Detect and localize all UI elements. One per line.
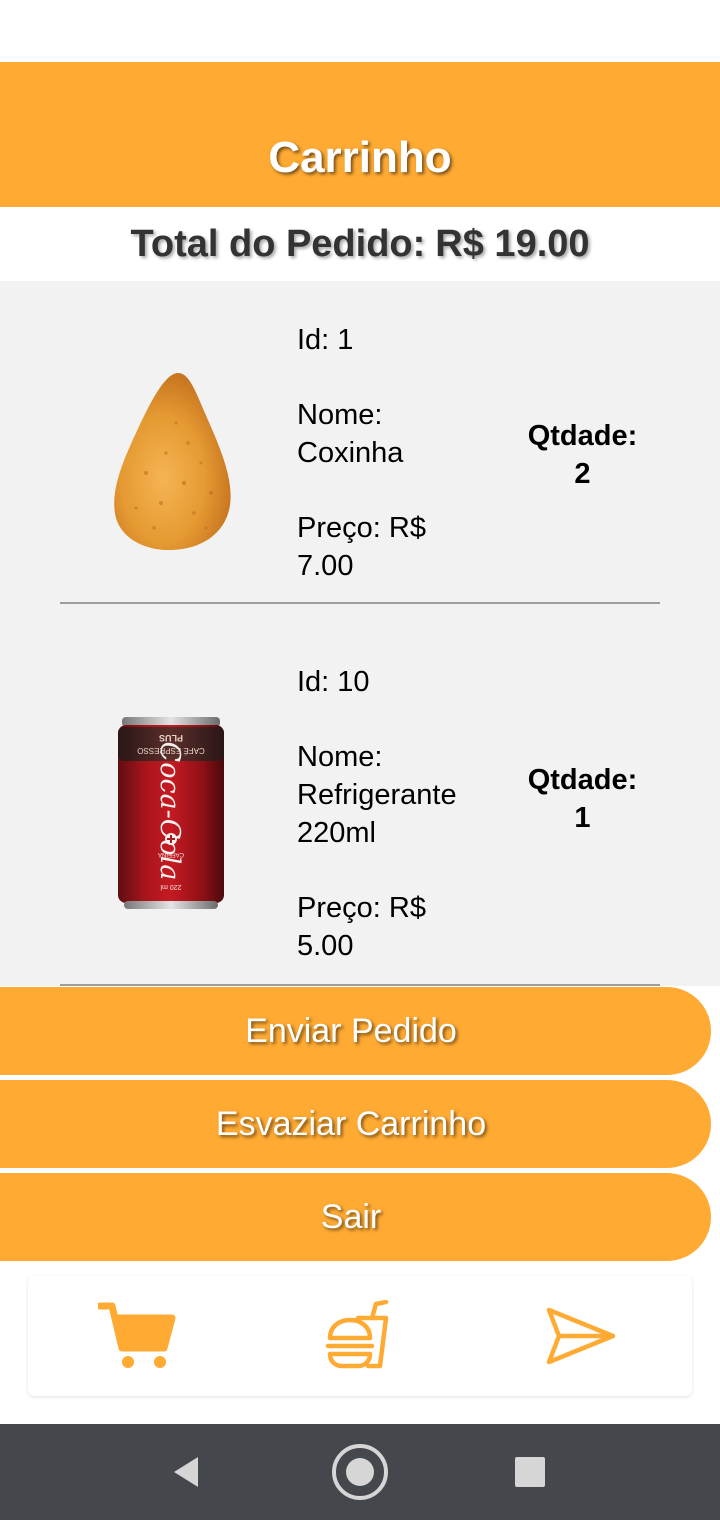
send-order-button[interactable]: Enviar Pedido (0, 987, 711, 1075)
system-recents-button[interactable] (500, 1442, 560, 1502)
nav-menu-button[interactable] (317, 1298, 401, 1374)
cart-item: PLUS CAFÉ ESPRESSO Coca-Cola CAFEÍNA 220… (0, 663, 720, 986)
cart-item: Id: 1 Nome: Coxinha Preço: R$ 7.00 Qtdad… (0, 321, 720, 643)
home-icon (332, 1444, 388, 1500)
soda-can-image: PLUS CAFÉ ESPRESSO Coca-Cola CAFEÍNA 220… (106, 715, 236, 909)
back-icon (174, 1457, 198, 1487)
system-navigation-bar (0, 1424, 720, 1520)
item-quantity: Qtdade: 1 (510, 761, 655, 837)
quantity-label: Qtdade: (527, 420, 638, 452)
item-quantity: Qtdade: 2 (510, 417, 655, 493)
quantity-label: Qtdade: (527, 764, 638, 796)
item-name-line-2: 220ml (297, 817, 376, 849)
exit-button[interactable]: Sair (0, 1173, 711, 1261)
coxinha-image (106, 363, 236, 553)
order-total-value: R$ 19.00 (435, 222, 590, 265)
system-home-button[interactable] (330, 1442, 390, 1502)
item-price: 5.00 (297, 930, 354, 962)
item-id: Id: 10 (297, 666, 370, 698)
cart-icon (98, 1302, 176, 1368)
burger-drink-icon (325, 1300, 389, 1369)
page-title: Carrinho (268, 133, 452, 182)
item-price: 7.00 (297, 550, 354, 582)
send-icon (546, 1307, 616, 1365)
item-id: Id: 1 (297, 324, 354, 356)
can-text-volume: 220 ml (160, 883, 181, 890)
system-back-button[interactable] (158, 1442, 218, 1502)
recents-icon (515, 1457, 545, 1487)
app-header: Carrinho (0, 62, 720, 207)
item-divider (60, 984, 660, 986)
quantity-value: 2 (574, 458, 591, 490)
can-text-cafeina: CAFEÍNA (158, 851, 184, 858)
item-name: Refrigerante (297, 779, 457, 811)
nav-send-button[interactable] (539, 1298, 623, 1374)
item-name-label: Nome: (297, 399, 383, 431)
item-divider (60, 602, 660, 604)
item-name-label: Nome: (297, 741, 383, 773)
item-name: Coxinha (297, 437, 404, 469)
order-total: Total do Pedido: R$ 19.00 (0, 207, 720, 281)
can-brand-logo: Coca-Cola (154, 742, 185, 881)
item-details: Id: 10 Nome: Refrigerante 220ml Preço: R… (297, 663, 497, 965)
cart-list: Id: 1 Nome: Coxinha Preço: R$ 7.00 Qtdad… (0, 281, 720, 986)
item-price-label: Preço: R$ (297, 512, 426, 544)
nav-cart-button[interactable] (96, 1298, 180, 1374)
quantity-value: 1 (574, 802, 591, 834)
item-price-label: Preço: R$ (297, 892, 426, 924)
status-bar (0, 0, 720, 62)
bottom-navigation (28, 1276, 692, 1396)
empty-cart-button[interactable]: Esvaziar Carrinho (0, 1080, 711, 1168)
item-details: Id: 1 Nome: Coxinha Preço: R$ 7.00 (297, 321, 497, 585)
order-total-label: Total do Pedido: (130, 222, 426, 265)
